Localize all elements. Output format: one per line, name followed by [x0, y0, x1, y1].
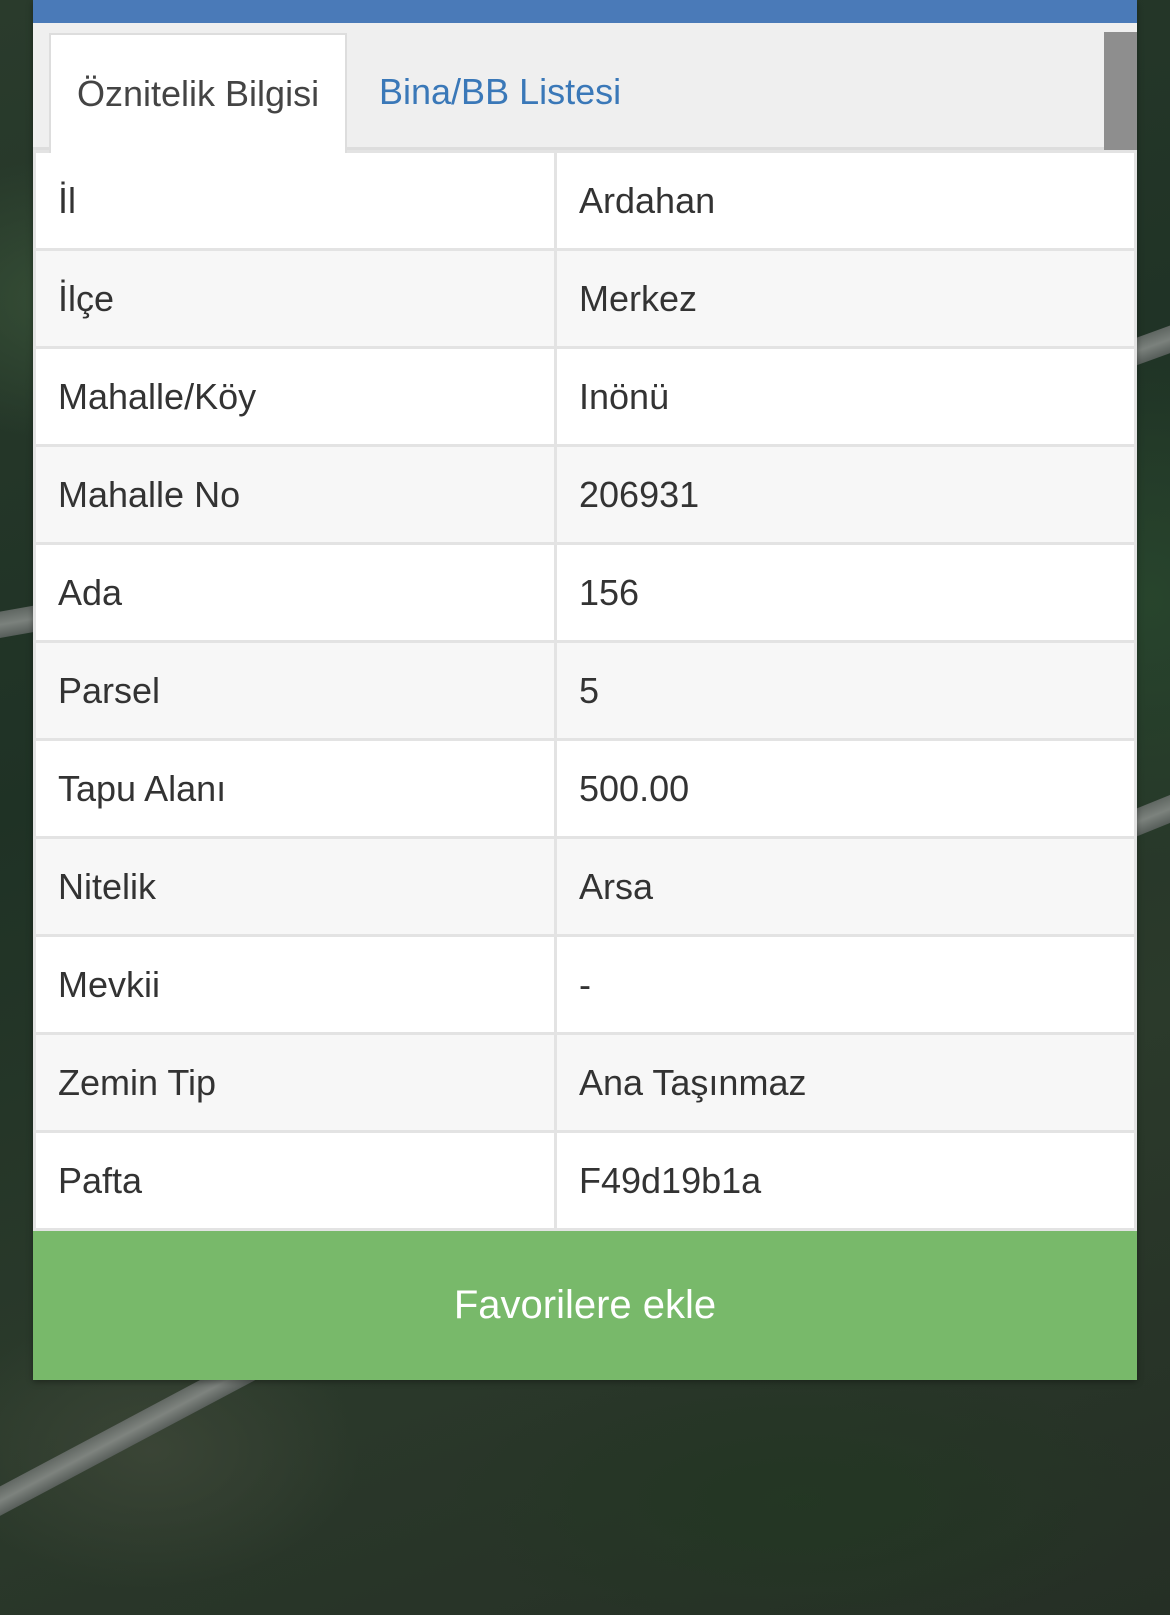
row-key-nitelik: Nitelik — [33, 836, 557, 937]
row-value-pafta: F49d19b1a — [554, 1130, 1137, 1231]
parcel-info-panel: Öznitelik Bilgisi Bina/BB Listesi İl Ard… — [33, 0, 1137, 1380]
row-key-mahalle-koy: Mahalle/Köy — [33, 346, 557, 447]
add-to-favorites-button[interactable]: Favorilere ekle — [33, 1231, 1137, 1380]
row-key-zemin-tip: Zemin Tip — [33, 1032, 557, 1133]
row-value-parsel: 5 — [554, 640, 1137, 741]
table-row: İl Ardahan — [33, 150, 1137, 251]
table-row: Mevkii - — [33, 934, 1137, 1035]
table-row: Mahalle/Köy Inönü — [33, 346, 1137, 447]
table-row: Mahalle No 206931 — [33, 444, 1137, 545]
row-key-mahalle-no: Mahalle No — [33, 444, 557, 545]
row-key-tapu-alani: Tapu Alanı — [33, 738, 557, 839]
row-key-mevkii: Mevkii — [33, 934, 557, 1035]
row-value-zemin-tip: Ana Taşınmaz — [554, 1032, 1137, 1133]
row-key-pafta: Pafta — [33, 1130, 557, 1231]
table-row: Parsel 5 — [33, 640, 1137, 741]
attribute-table: İl Ardahan İlçe Merkez Mahalle/Köy Inönü… — [33, 150, 1137, 1231]
row-value-mahalle-no: 206931 — [554, 444, 1137, 545]
row-key-parsel: Parsel — [33, 640, 557, 741]
table-row: İlçe Merkez — [33, 248, 1137, 349]
panel-header-bar — [33, 0, 1137, 23]
row-key-ilce: İlçe — [33, 248, 557, 349]
row-value-mahalle-koy: Inönü — [554, 346, 1137, 447]
table-row: Tapu Alanı 500.00 — [33, 738, 1137, 839]
row-value-nitelik: Arsa — [554, 836, 1137, 937]
tab-bar: Öznitelik Bilgisi Bina/BB Listesi — [33, 23, 1137, 153]
row-value-ada: 156 — [554, 542, 1137, 643]
table-row: Zemin Tip Ana Taşınmaz — [33, 1032, 1137, 1133]
row-key-il: İl — [33, 150, 557, 251]
table-row: Nitelik Arsa — [33, 836, 1137, 937]
scrollbar[interactable] — [1104, 32, 1137, 150]
tab-attribute-info[interactable]: Öznitelik Bilgisi — [49, 33, 348, 153]
tab-building-list[interactable]: Bina/BB Listesi — [353, 33, 647, 150]
row-value-il: Ardahan — [554, 150, 1137, 251]
row-value-ilce: Merkez — [554, 248, 1137, 349]
table-row: Ada 156 — [33, 542, 1137, 643]
row-value-tapu-alani: 500.00 — [554, 738, 1137, 839]
row-value-mevkii: - — [554, 934, 1137, 1035]
table-row: Pafta F49d19b1a — [33, 1130, 1137, 1231]
row-key-ada: Ada — [33, 542, 557, 643]
